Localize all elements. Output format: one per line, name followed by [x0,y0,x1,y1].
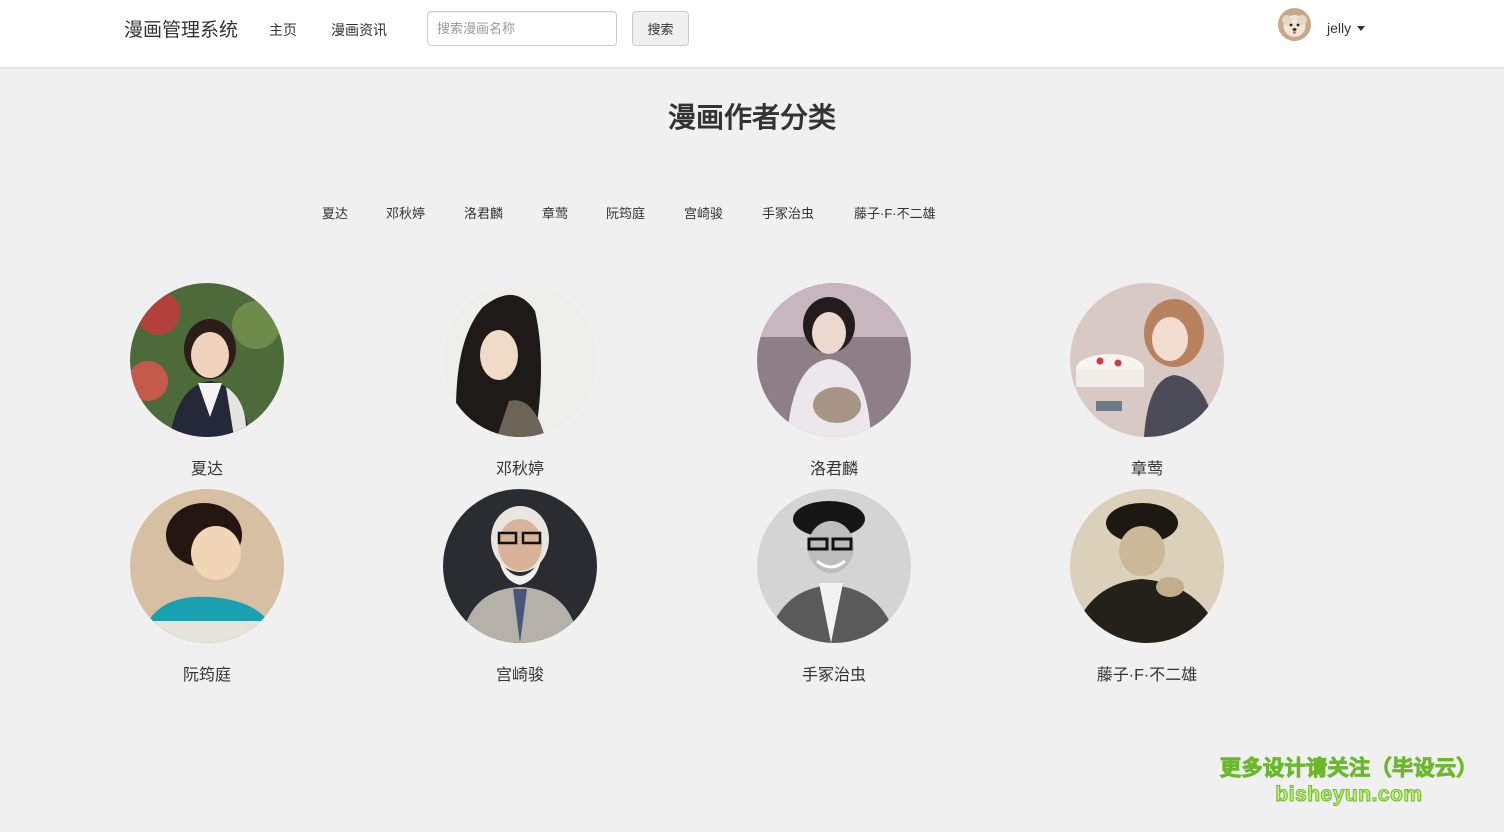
author-card[interactable]: 宫崎骏 [440,489,600,685]
category-link-tezuka[interactable]: 手冢治虫 [762,203,814,222]
watermark: 更多设计请关注（毕设云） bisheyun.com [1210,756,1488,808]
author-photo[interactable] [757,283,911,437]
author-name: 手冢治虫 [801,667,866,684]
category-link-fujiko[interactable]: 藤子·F·不二雄 [854,203,936,222]
author-photo[interactable] [130,283,284,437]
category-link-dengqiuting[interactable]: 邓秋婷 [386,203,425,222]
author-card[interactable]: 藤子·F·不二雄 [1067,489,1227,685]
author-photo[interactable] [1070,489,1224,643]
author-name: 宫崎骏 [495,667,544,684]
watermark-line2: bisheyun.com [1275,783,1423,807]
category-link-miyazaki[interactable]: 宫崎骏 [684,203,723,222]
author-photo[interactable] [1070,283,1224,437]
user-menu-dropdown[interactable]: jelly [1327,20,1366,36]
author-card[interactable]: 夏达 [127,283,287,479]
author-name: 章莺 [1130,461,1163,478]
category-link-luojunlin[interactable]: 洛君麟 [464,203,503,222]
nav-home-link[interactable]: 主页 [269,20,297,40]
author-name: 洛君麟 [809,461,858,478]
search-input[interactable] [427,11,617,46]
category-link-ruanyunting[interactable]: 阮筠庭 [606,203,645,222]
page-title: 漫画作者分类 [667,102,836,133]
author-card[interactable]: 手冢治虫 [754,489,914,685]
search-button[interactable]: 搜索 [632,11,689,46]
author-photo[interactable] [443,489,597,643]
author-photo[interactable] [757,489,911,643]
author-card[interactable]: 阮筠庭 [127,489,287,685]
author-name: 藤子·F·不二雄 [1096,667,1198,684]
author-card[interactable]: 洛君麟 [754,283,914,479]
author-photo[interactable] [443,283,597,437]
user-name: jelly [1327,20,1352,36]
author-photo[interactable] [130,489,284,643]
category-link-zhangying[interactable]: 章莺 [542,203,568,222]
brand-link[interactable]: 漫画管理系统 [124,15,238,42]
nav-news-link[interactable]: 漫画资讯 [331,20,387,40]
author-name: 邓秋婷 [495,461,544,478]
category-link-xiada[interactable]: 夏达 [322,203,348,222]
caret-down-icon [1357,26,1366,31]
author-name: 阮筠庭 [182,667,231,684]
author-card[interactable]: 邓秋婷 [440,283,600,479]
top-navbar: 漫画管理系统 主页 漫画资讯 搜索 jelly [0,0,1504,68]
user-avatar[interactable] [1278,8,1311,41]
author-name: 夏达 [190,461,223,478]
author-card[interactable]: 章莺 [1067,283,1227,479]
watermark-line1: 更多设计请关注（毕设云） [1220,757,1479,781]
